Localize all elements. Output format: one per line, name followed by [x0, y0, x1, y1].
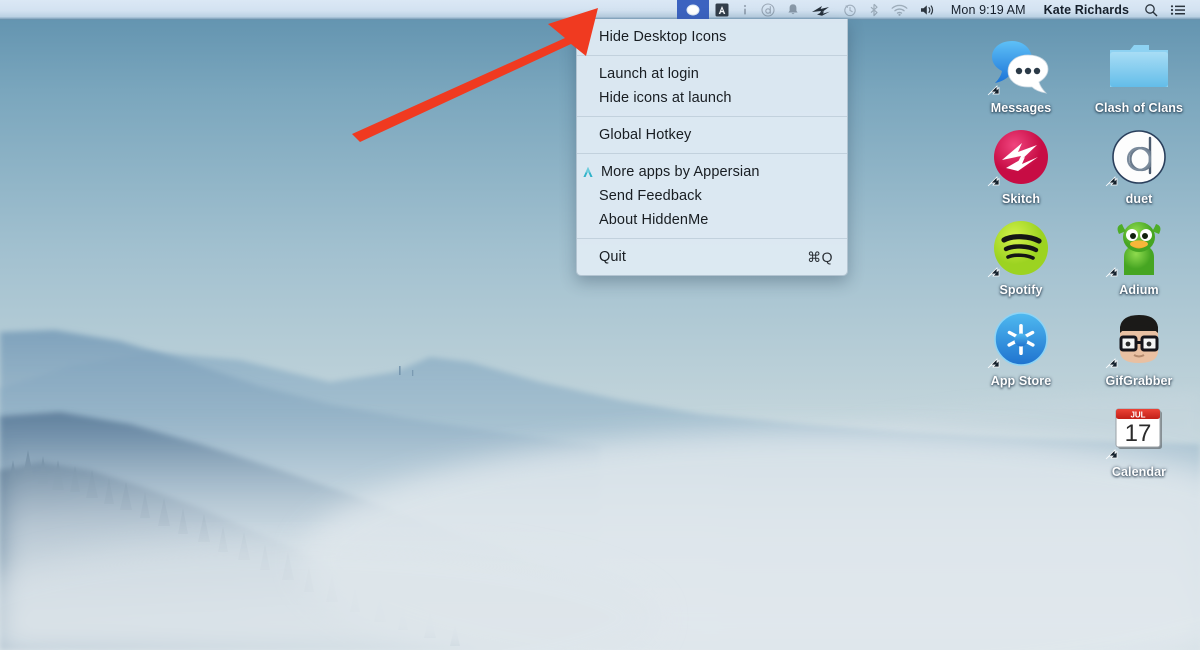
- appersian-logo-icon: [581, 165, 599, 179]
- menu-bar-clock[interactable]: Mon 9:19 AM: [942, 0, 1035, 20]
- desktop-icon-label: Messages: [990, 101, 1052, 115]
- menu-item-label: Hide icons at launch: [599, 90, 732, 106]
- adium-duck-icon: [1105, 216, 1171, 280]
- menu-item-hide-icons-at-launch[interactable]: Hide icons at launch: [577, 86, 847, 110]
- search-icon[interactable]: [1138, 0, 1164, 20]
- desktop-icon-label: Adium: [1119, 283, 1159, 297]
- menu-item-shortcut: ⌘Q: [807, 248, 833, 265]
- desktop-icon-label: GifGrabber: [1105, 374, 1173, 388]
- menu-bar-user[interactable]: Kate Richards: [1035, 0, 1138, 20]
- menu-group-1: Hide Desktop Icons: [577, 19, 847, 55]
- desktop-icon-skitch[interactable]: Skitch: [968, 125, 1074, 206]
- alfred-a-icon[interactable]: [709, 0, 735, 20]
- spotify-icon: [987, 216, 1053, 280]
- wifi-icon[interactable]: [885, 0, 914, 20]
- menu-item-send-feedback[interactable]: Send Feedback: [577, 184, 847, 208]
- menu-item-label: Launch at login: [599, 66, 699, 82]
- bell-notification-icon[interactable]: [781, 0, 805, 20]
- menu-bar-status-items: Mon 9:19 AM Kate Richards: [676, 0, 1200, 20]
- duet-d-icon[interactable]: [755, 0, 781, 20]
- alias-arrow-icon: [987, 267, 1000, 278]
- alias-arrow-icon: [987, 176, 1000, 187]
- desktop-icon-messages[interactable]: Messages: [968, 34, 1074, 115]
- menu-item-hide-desktop-icons[interactable]: Hide Desktop Icons: [577, 25, 847, 49]
- menu-item-label: Hide Desktop Icons: [599, 29, 727, 45]
- desktop-icon-label: App Store: [990, 374, 1052, 388]
- skitch-icon: [987, 125, 1053, 189]
- menu-item-quit[interactable]: Quit ⌘Q: [577, 245, 847, 269]
- menu-item-label: Quit: [599, 249, 626, 265]
- menu-item-global-hotkey[interactable]: Global Hotkey: [577, 123, 847, 147]
- time-machine-clock-icon[interactable]: [837, 0, 863, 20]
- bluetooth-icon[interactable]: [863, 0, 885, 20]
- desktop-icon-calendar[interactable]: JUL 17 Calendar: [1086, 398, 1192, 479]
- notification-center-list-icon[interactable]: [1164, 0, 1192, 20]
- menu-group-5: Quit ⌘Q: [577, 239, 847, 275]
- info-icon[interactable]: [735, 0, 755, 20]
- volume-speaker-icon[interactable]: [914, 0, 942, 20]
- menu-item-about-hiddenme[interactable]: About HiddenMe: [577, 208, 847, 232]
- desktop-icon-duet[interactable]: duet: [1086, 125, 1192, 206]
- hiddenme-icon[interactable]: [676, 0, 709, 20]
- alias-arrow-icon: [987, 85, 1000, 96]
- duet-icon: [1105, 125, 1171, 189]
- alias-arrow-icon: [1105, 176, 1118, 187]
- menu-item-label: More apps by Appersian: [601, 164, 760, 180]
- alias-arrow-icon: [1105, 358, 1118, 369]
- desktop-icon-spotify[interactable]: Spotify: [968, 216, 1074, 297]
- desktop-icon-adium[interactable]: Adium: [1086, 216, 1192, 297]
- alias-arrow-icon: [1105, 449, 1118, 460]
- desktop-icon-label: Calendar: [1111, 465, 1167, 479]
- menu-item-label: Global Hotkey: [599, 127, 692, 143]
- alias-arrow-icon: [1105, 267, 1118, 278]
- skitch-arrow-icon[interactable]: [805, 0, 837, 20]
- desktop-icon-gifgrabber[interactable]: GifGrabber: [1086, 307, 1192, 388]
- app-store-icon: [987, 307, 1053, 371]
- messages-icon: [987, 34, 1053, 98]
- desktop-icon-app-store[interactable]: App Store: [968, 307, 1074, 388]
- hiddenme-dropdown-menu[interactable]: Hide Desktop Icons Launch at login Hide …: [576, 19, 848, 276]
- gifgrabber-face-icon: [1105, 307, 1171, 371]
- desktop-icon-grid: Messages Clash of Clans Skitch duet Spot…: [968, 34, 1192, 479]
- menu-bar: Mon 9:19 AM Kate Richards: [0, 0, 1200, 20]
- desktop-icon-label: Clash of Clans: [1094, 101, 1184, 115]
- calendar-month: JUL: [1130, 411, 1145, 420]
- desktop-icon-clash-of-clans[interactable]: Clash of Clans: [1086, 34, 1192, 115]
- folder-icon: [1107, 34, 1171, 98]
- calendar-icon: JUL 17: [1105, 398, 1171, 462]
- menu-item-more-apps-by-appersian[interactable]: More apps by Appersian: [577, 160, 847, 184]
- desktop-icon-label: Spotify: [999, 283, 1043, 297]
- calendar-day: 17: [1125, 420, 1152, 447]
- menu-item-launch-at-login[interactable]: Launch at login: [577, 62, 847, 86]
- menu-group-4: More apps by Appersian Send Feedback Abo…: [577, 154, 847, 238]
- menu-group-2: Launch at login Hide icons at launch: [577, 56, 847, 116]
- menu-group-3: Global Hotkey: [577, 117, 847, 153]
- menu-item-label: Send Feedback: [599, 188, 702, 204]
- menu-item-label: About HiddenMe: [599, 212, 709, 228]
- alias-arrow-icon: [987, 358, 1000, 369]
- desktop-icon-label: Skitch: [1001, 192, 1041, 206]
- desktop-icon-label: duet: [1125, 192, 1153, 206]
